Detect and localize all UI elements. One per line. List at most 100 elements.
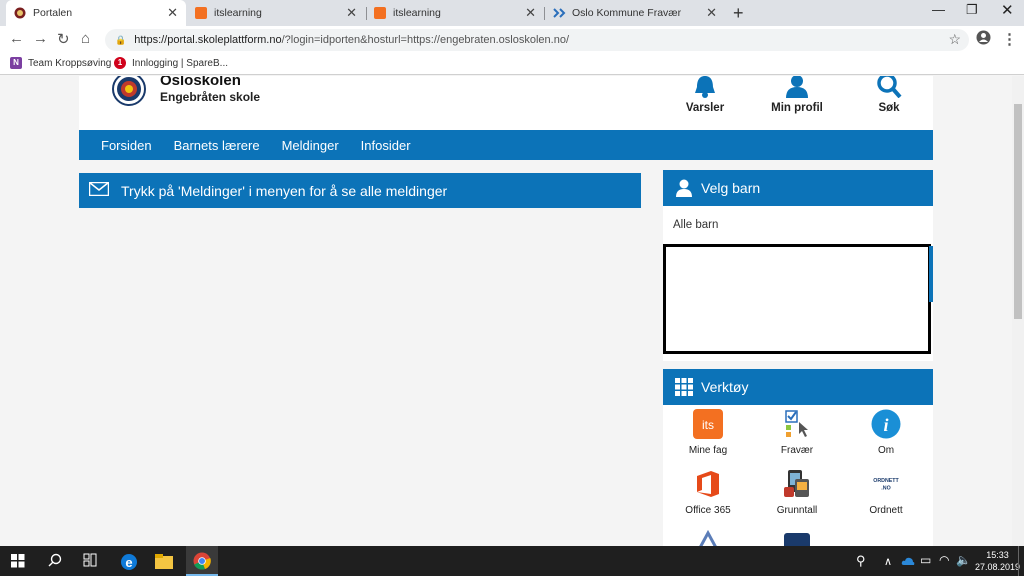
verktoy-header: Verktøy bbox=[663, 369, 933, 405]
sparebank-icon: 1 bbox=[114, 57, 126, 69]
min-profil-label: Min profil bbox=[771, 102, 823, 114]
close-tab-icon[interactable]: ✕ bbox=[346, 5, 357, 21]
itslearning-icon: its bbox=[693, 409, 723, 439]
nav-forsiden[interactable]: Forsiden bbox=[101, 138, 152, 153]
tool-mine-fag[interactable]: its Mine fag bbox=[663, 409, 753, 456]
web-page: Osloskolen Engebråten skole Varsler Min … bbox=[0, 76, 1012, 546]
bookmarks-bar: N Team Kroppsøving 1 Innlogging | SpareB… bbox=[0, 53, 1024, 75]
url-host: https://portal.skoleplattform.no bbox=[134, 34, 282, 46]
messages-banner[interactable]: Trykk på 'Meldinger' i menyen for å se a… bbox=[79, 173, 641, 208]
close-window-icon[interactable]: ✕ bbox=[1001, 1, 1014, 19]
nav-infosider[interactable]: Infosider bbox=[361, 138, 411, 153]
restore-icon[interactable]: ❐ bbox=[966, 2, 978, 18]
menu-kebab-icon[interactable]: ⋮ bbox=[1002, 30, 1017, 48]
tab-portalen[interactable]: Portalen ✕ bbox=[6, 0, 186, 26]
bookmark-star-icon[interactable]: ☆ bbox=[948, 31, 961, 48]
task-view-icon[interactable] bbox=[83, 553, 97, 571]
lock-icon: 🔒 bbox=[115, 34, 127, 45]
min-profil-button[interactable]: Min profil bbox=[769, 76, 825, 114]
onedrive-icon[interactable] bbox=[901, 553, 915, 570]
sok-label: Søk bbox=[878, 102, 900, 114]
people-icon[interactable]: ⚲ bbox=[856, 553, 866, 569]
tab-itslearning-1[interactable]: itslearning ✕ bbox=[187, 0, 365, 26]
tool-ordnett[interactable]: ORDNETT .NO Ordnett bbox=[841, 469, 931, 516]
address-bar[interactable]: 🔒 https://portal.skoleplattform.no /?log… bbox=[105, 29, 969, 51]
url-path: /?login=idporten&hosturl=https://engebra… bbox=[281, 34, 570, 46]
envelope-icon bbox=[88, 181, 110, 199]
viten-icon bbox=[782, 529, 812, 546]
back-arrow-icon[interactable]: ← bbox=[9, 30, 24, 47]
school-name: Engebråten skole bbox=[160, 90, 261, 104]
browser-toolbar: ← → ↻ ⌂ 🔒 https://portal.skoleplattform.… bbox=[0, 26, 1024, 53]
onenote-icon: N bbox=[10, 57, 22, 69]
file-explorer-icon[interactable] bbox=[155, 553, 173, 573]
show-desktop-button[interactable] bbox=[1018, 546, 1019, 576]
chrome-icon bbox=[193, 552, 211, 570]
brand-name: Osloskolen bbox=[160, 76, 241, 89]
portalen-favicon-icon bbox=[14, 7, 26, 19]
bookmark-label: Innlogging | SpareB... bbox=[132, 57, 228, 69]
scrollbar-thumb[interactable] bbox=[1014, 104, 1022, 319]
nav-barnets-laerere[interactable]: Barnets lærere bbox=[174, 138, 260, 153]
tool-grunntall[interactable]: Grunntall bbox=[752, 469, 842, 516]
bookmark-sparebank[interactable]: 1 Innlogging | SpareB... bbox=[114, 57, 228, 69]
page-scrollbar[interactable] bbox=[1012, 76, 1024, 546]
search-icon[interactable] bbox=[48, 553, 62, 571]
grid-icon bbox=[675, 378, 693, 396]
alle-barn-option[interactable]: Alle barn bbox=[673, 219, 718, 231]
chevron-up-icon[interactable]: ∧ bbox=[884, 555, 892, 568]
new-tab-plus-icon[interactable]: + bbox=[733, 3, 744, 24]
tools-panel: its Mine fag Fravær i Om Office 365 Grun… bbox=[663, 405, 933, 546]
tool-om[interactable]: i Om bbox=[841, 409, 931, 456]
tool-partial-1[interactable] bbox=[663, 529, 753, 546]
close-tab-icon[interactable]: ✕ bbox=[706, 5, 717, 21]
info-icon: i bbox=[871, 409, 901, 439]
minimize-icon[interactable]: — bbox=[932, 2, 945, 17]
child-list-box[interactable] bbox=[663, 244, 931, 354]
varsler-button[interactable]: Varsler bbox=[685, 76, 725, 114]
panel-edge bbox=[929, 246, 933, 302]
battery-icon[interactable]: ▭ bbox=[920, 553, 931, 567]
velg-barn-header: Velg barn bbox=[663, 170, 933, 206]
tab-oslo-fravaer[interactable]: Oslo Kommune Fravær ✕ bbox=[545, 0, 725, 26]
tool-partial-2[interactable] bbox=[752, 529, 842, 546]
bookmark-label: Team Kroppsøving bbox=[28, 57, 112, 69]
close-tab-icon[interactable]: ✕ bbox=[525, 5, 536, 21]
chrome-taskbar-button[interactable] bbox=[186, 546, 218, 576]
tab-strip: Portalen ✕ itslearning ✕ itslearning ✕ O… bbox=[0, 0, 1024, 26]
tab-title: itslearning bbox=[393, 7, 441, 19]
close-tab-icon[interactable]: ✕ bbox=[167, 5, 178, 21]
edge-icon[interactable]: e bbox=[120, 553, 138, 575]
site-header: Osloskolen Engebråten skole Varsler Min … bbox=[79, 76, 933, 130]
wifi-icon[interactable]: ◠ bbox=[939, 553, 949, 567]
reload-icon[interactable]: ↻ bbox=[57, 30, 70, 48]
account-icon[interactable] bbox=[976, 30, 991, 49]
osloskolen-logo-icon[interactable] bbox=[112, 76, 146, 106]
messages-banner-text: Trykk på 'Meldinger' i menyen for å se a… bbox=[121, 182, 448, 199]
svg-text:e: e bbox=[125, 555, 132, 570]
triangle-logo-icon bbox=[693, 529, 723, 546]
tab-title: Oslo Kommune Fravær bbox=[572, 7, 682, 19]
tab-itslearning-2[interactable]: itslearning ✕ bbox=[366, 0, 544, 26]
itslearning-favicon-icon bbox=[195, 7, 207, 19]
system-clock[interactable]: 15:33 27.08.2019 bbox=[975, 549, 1020, 573]
forward-arrow-icon[interactable]: → bbox=[33, 30, 48, 47]
volume-icon[interactable]: 🔈 bbox=[956, 553, 971, 567]
fravaer-favicon-icon bbox=[553, 7, 566, 19]
ordnett-icon: ORDNETT .NO bbox=[871, 469, 901, 499]
verktoy-title: Verktøy bbox=[701, 379, 749, 395]
tool-fravaer[interactable]: Fravær bbox=[752, 409, 842, 456]
home-icon[interactable]: ⌂ bbox=[81, 30, 90, 47]
bookmark-team-kroppsoving[interactable]: N Team Kroppsøving bbox=[10, 57, 111, 69]
tool-office-365[interactable]: Office 365 bbox=[663, 469, 753, 516]
sok-button[interactable]: Søk bbox=[875, 76, 903, 114]
nav-meldinger[interactable]: Meldinger bbox=[282, 138, 339, 153]
tab-title: itslearning bbox=[214, 7, 262, 19]
main-navigation: Forsiden Barnets lærere Meldinger Infosi… bbox=[79, 130, 933, 160]
tool-label: Om bbox=[877, 445, 895, 456]
windows-start-icon[interactable] bbox=[11, 554, 25, 572]
clock-date: 27.08.2019 bbox=[975, 562, 1021, 572]
tool-label: Fravær bbox=[780, 445, 814, 456]
velg-barn-title: Velg barn bbox=[701, 180, 761, 196]
windows-taskbar: e ⚲ ∧ ▭ ◠ 🔈 15:33 27.08.2019 bbox=[0, 546, 1024, 576]
